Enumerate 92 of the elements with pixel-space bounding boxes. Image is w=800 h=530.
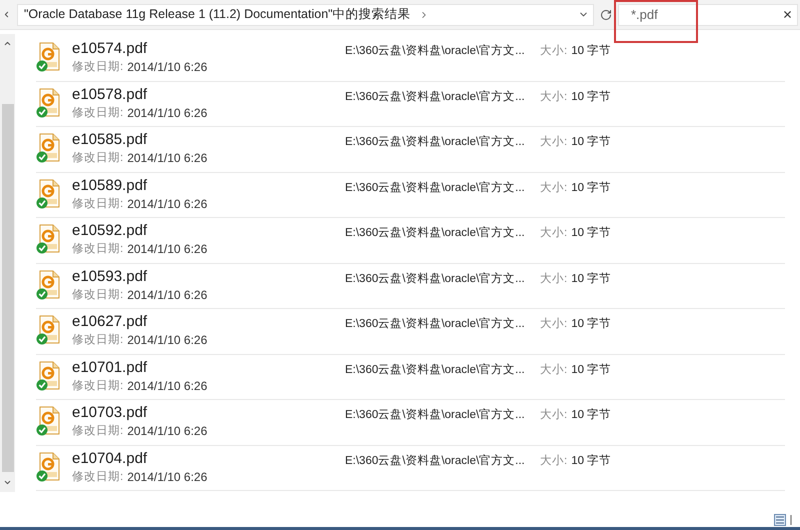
date-label: 修改日期:	[72, 242, 124, 257]
file-size: 10 字节	[571, 316, 612, 332]
scrollbar[interactable]	[0, 34, 15, 492]
file-size: 10 字节	[571, 271, 612, 286]
modified-date: 2014/1/10 6:26	[127, 378, 208, 394]
file-size: 10 字节	[571, 43, 612, 59]
size-label: 大小:	[540, 454, 568, 468]
file-row[interactable]: e10593.pdf 修改日期: 2014/1/10 6:26 E:\360云盘\资料盘\oracle\官方文... 大小: 10 字节	[36, 264, 785, 309]
file-size: 10 字节	[571, 89, 612, 104]
file-size: 10 字节	[571, 362, 612, 378]
file-row[interactable]: e10578.pdf 修改日期: 2014/1/10 6:26 E:\360云盘\资料盘\oracle\官方文... 大小: 10 字节	[36, 82, 785, 127]
file-name: e10701.pdf	[72, 358, 148, 376]
scroll-down-icon[interactable]	[3, 478, 12, 487]
file-location: E:\360云盘\资料盘\oracle\官方文...	[345, 180, 526, 196]
modified-date: 2014/1/10 6:26	[127, 59, 208, 75]
modified-date: 2014/1/10 6:26	[127, 332, 208, 348]
file-name: e10574.pdf	[72, 40, 148, 58]
search-field[interactable]: *.pdf	[618, 4, 798, 26]
date-label: 修改日期:	[72, 196, 124, 212]
date-label: 修改日期:	[72, 60, 124, 75]
size-label: 大小:	[540, 180, 568, 196]
scrollbar-thumb[interactable]	[2, 104, 14, 472]
pdf-file-icon	[36, 224, 62, 254]
file-location: E:\360云盘\资料盘\oracle\官方文...	[345, 316, 526, 332]
pdf-file-icon	[36, 452, 62, 482]
file-row[interactable]: e10585.pdf 修改日期: 2014/1/10 6:26 E:\360云盘\资料盘\oracle\官方文... 大小: 10 字节	[36, 127, 785, 172]
file-location: E:\360云盘\资料盘\oracle\官方文...	[345, 362, 526, 378]
file-name: e10593.pdf	[72, 268, 148, 286]
file-row[interactable]: e10703.pdf 修改日期: 2014/1/10 6:26 E:\360云盘\资料盘\oracle\官方文... 大小: 10 字节	[36, 400, 785, 446]
pdf-file-icon	[36, 406, 62, 436]
file-location: E:\360云盘\资料盘\oracle\官方文...	[345, 271, 526, 286]
file-size: 10 字节	[571, 453, 612, 468]
pdf-file-icon	[36, 178, 62, 208]
date-label: 修改日期:	[72, 288, 124, 302]
pdf-file-icon	[36, 315, 62, 345]
size-label: 大小:	[540, 316, 568, 332]
back-caret-icon[interactable]	[2, 10, 11, 19]
scroll-up-icon[interactable]	[3, 39, 12, 48]
date-label: 修改日期:	[72, 332, 124, 348]
search-text: *.pdf	[631, 6, 658, 24]
file-size: 10 字节	[571, 225, 612, 241]
file-row[interactable]: e10592.pdf 修改日期: 2014/1/10 6:26 E:\360云盘\资料盘\oracle\官方文... 大小: 10 字节	[36, 218, 785, 264]
file-location: E:\360云盘\资料盘\oracle\官方文...	[345, 225, 526, 241]
file-location: E:\360云盘\资料盘\oracle\官方文...	[345, 89, 526, 104]
address-path: "Oracle Database 11g Release 1 (11.2) Documentation"中的搜索结果	[24, 6, 411, 24]
size-label: 大小:	[540, 90, 568, 104]
file-size: 10 字节	[571, 407, 612, 423]
modified-date: 2014/1/10 6:26	[127, 104, 208, 120]
file-name: e10627.pdf	[72, 313, 148, 331]
date-label: 修改日期:	[72, 150, 124, 166]
refresh-icon[interactable]	[600, 8, 612, 20]
pdf-file-icon	[36, 270, 62, 300]
file-row[interactable]: e10704.pdf 修改日期: 2014/1/10 6:26 E:\360云盘\资料盘\oracle\官方文... 大小: 10 字节	[36, 446, 785, 491]
address-bar[interactable]: "Oracle Database 11g Release 1 (11.2) Documentation"中的搜索结果	[17, 4, 594, 26]
file-row[interactable]: e10589.pdf 修改日期: 2014/1/10 6:26 E:\360云盘\资料盘\oracle\官方文... 大小: 10 字节	[36, 172, 785, 218]
date-label: 修改日期:	[72, 424, 124, 439]
size-label: 大小:	[540, 362, 568, 378]
size-label: 大小:	[540, 408, 568, 423]
modified-date: 2014/1/10 6:26	[127, 196, 208, 212]
file-location: E:\360云盘\资料盘\oracle\官方文...	[345, 43, 526, 59]
size-label: 大小:	[540, 134, 568, 150]
file-row[interactable]: e10627.pdf 修改日期: 2014/1/10 6:26 E:\360云盘\资料盘\oracle\官方文... 大小: 10 字节	[36, 309, 785, 354]
file-name: e10704.pdf	[72, 450, 148, 468]
file-size: 10 字节	[571, 134, 612, 150]
modified-date: 2014/1/10 6:26	[127, 286, 208, 302]
pdf-file-icon	[36, 360, 62, 390]
file-name: e10585.pdf	[72, 131, 148, 149]
file-name: e10578.pdf	[72, 86, 148, 104]
file-name: e10589.pdf	[72, 176, 148, 194]
file-name: e10592.pdf	[72, 222, 148, 240]
date-label: 修改日期:	[72, 378, 124, 394]
modified-date: 2014/1/10 6:26	[127, 468, 208, 484]
size-label: 大小:	[540, 226, 568, 241]
file-location: E:\360云盘\资料盘\oracle\官方文...	[345, 134, 526, 150]
date-label: 修改日期:	[72, 470, 124, 484]
pdf-file-icon	[36, 88, 62, 118]
file-size: 10 字节	[571, 180, 612, 196]
file-location: E:\360云盘\资料盘\oracle\官方文...	[345, 407, 526, 423]
modified-date: 2014/1/10 6:26	[127, 150, 208, 166]
date-label: 修改日期:	[72, 106, 124, 120]
file-row[interactable]: e10574.pdf 修改日期: 2014/1/10 6:26 E:\360云盘\资料盘\oracle\官方文... 大小: 10 字节	[36, 36, 785, 82]
details-view-icon[interactable]	[774, 514, 786, 526]
pdf-file-icon	[36, 133, 62, 163]
file-location: E:\360云盘\资料盘\oracle\官方文...	[345, 453, 526, 468]
pdf-file-icon	[36, 42, 62, 72]
modified-date: 2014/1/10 6:26	[127, 423, 208, 439]
size-label: 大小:	[540, 272, 568, 286]
size-label: 大小:	[540, 44, 568, 59]
file-name: e10703.pdf	[72, 404, 148, 422]
modified-date: 2014/1/10 6:26	[127, 241, 208, 257]
file-row[interactable]: e10701.pdf 修改日期: 2014/1/10 6:26 E:\360云盘\资料盘\oracle\官方文... 大小: 10 字节	[36, 354, 785, 400]
close-icon[interactable]	[782, 9, 793, 20]
